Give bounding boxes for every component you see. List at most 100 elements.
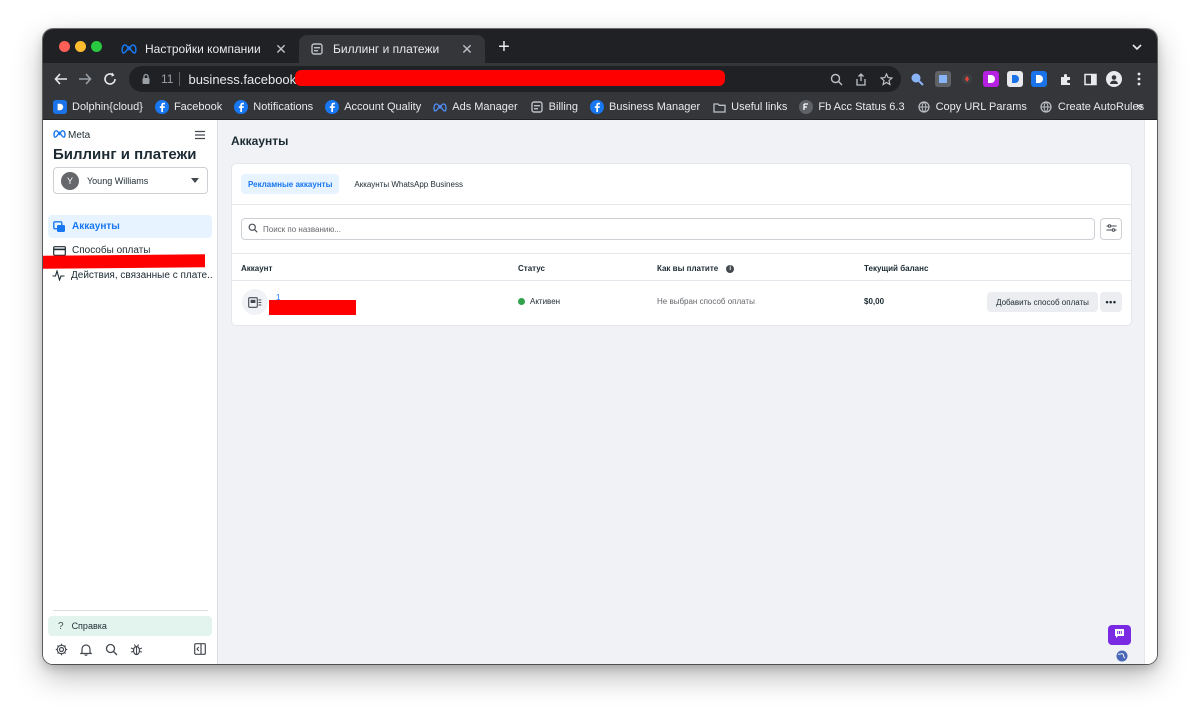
search-input[interactable] xyxy=(263,224,1063,234)
tab-count: 11 xyxy=(161,72,174,86)
bookmark-billing[interactable]: Billing xyxy=(530,100,578,114)
bookmark-business-manager[interactable]: Business Manager xyxy=(590,100,700,114)
meta-logo-text: Meta xyxy=(68,130,91,141)
back-arrow-icon[interactable] xyxy=(51,69,71,89)
bookmark-label: Billing xyxy=(548,101,579,113)
meta-icon xyxy=(53,130,66,141)
tab-close-icon[interactable]: ✕ xyxy=(273,41,289,57)
star-icon[interactable] xyxy=(878,71,894,87)
sidebar-item-label: Действия, связанные с плате... xyxy=(71,270,212,281)
column-header-balance: Текущий баланс xyxy=(864,264,929,273)
browser-tab-company-settings[interactable]: Настройки компании ✕ xyxy=(111,35,299,63)
business-account-name: Young Williams xyxy=(87,175,149,186)
facebook-icon xyxy=(590,100,605,114)
sliders-icon xyxy=(1106,220,1117,238)
tab-whatsapp-accounts[interactable]: Аккаунты WhatsApp Business xyxy=(347,174,470,194)
add-payment-method-button[interactable]: Добавить способ оплаты xyxy=(987,292,1098,312)
accounts-icon xyxy=(52,220,66,234)
accounts-card: Рекламные аккаунты Аккаунты WhatsApp Bus… xyxy=(231,163,1132,326)
tab-strip: Настройки компании ✕ Биллинг и платежи ✕… xyxy=(43,29,1157,63)
extensions-puzzle-icon[interactable] xyxy=(1057,71,1073,87)
forward-arrow-icon[interactable] xyxy=(75,69,95,89)
browser-tab-billing[interactable]: Биллинг и платежи ✕ xyxy=(299,35,485,63)
search-icon[interactable] xyxy=(103,641,119,657)
help-button[interactable]: ? Справка xyxy=(48,616,212,636)
divider xyxy=(232,280,1131,281)
gear-icon[interactable] xyxy=(53,641,69,657)
extension-d-purple-icon[interactable] xyxy=(983,71,999,87)
status-text: Активен xyxy=(530,297,561,306)
share-icon[interactable] xyxy=(853,71,869,87)
window-minimize-button[interactable] xyxy=(75,41,86,52)
column-header-label: Как вы платите xyxy=(657,264,719,273)
billing-icon xyxy=(530,100,544,114)
extension-d-blue-icon[interactable] xyxy=(1031,71,1047,87)
bookmark-dolphin[interactable]: Dolphin{cloud} xyxy=(53,100,143,114)
side-panel-icon[interactable] xyxy=(1082,71,1098,87)
filter-settings-button[interactable] xyxy=(1100,218,1122,240)
tab-close-icon[interactable]: ✕ xyxy=(459,41,475,57)
window-zoom-button[interactable] xyxy=(91,41,102,52)
column-header-status: Статус xyxy=(518,264,545,273)
tab-ad-accounts[interactable]: Рекламные аккаунты xyxy=(241,174,340,194)
folder-icon xyxy=(712,100,726,114)
bookmarks-overflow-button[interactable]: » xyxy=(1136,99,1143,113)
more-actions-button[interactable]: ••• xyxy=(1100,292,1122,312)
bookmark-label: Facebook xyxy=(173,101,223,113)
window-close-button[interactable] xyxy=(59,41,70,52)
bookmark-create-autorules[interactable]: Create AutoRules xyxy=(1039,100,1144,114)
browser-tab-title: Настройки компании xyxy=(145,42,261,56)
globe-icon xyxy=(917,100,931,114)
sidebar-item-accounts[interactable]: Аккаунты xyxy=(48,215,212,238)
bookmark-label: Ads Manager xyxy=(452,101,518,113)
kebab-menu-icon[interactable] xyxy=(1131,71,1147,87)
page-scrollbar[interactable] xyxy=(1144,120,1157,664)
address-separator xyxy=(179,72,181,86)
browser-window: Настройки компании ✕ Биллинг и платежи ✕… xyxy=(43,29,1157,664)
bookmark-copy-url-params[interactable]: Copy URL Params xyxy=(917,100,1027,114)
meta-icon xyxy=(433,100,447,114)
activity-icon xyxy=(52,269,65,283)
dolphin-icon xyxy=(53,100,67,114)
sidebar-item-payment-activity[interactable]: Действия, связанные с плате... xyxy=(48,264,212,287)
bookmark-account-quality[interactable]: Account Quality xyxy=(325,100,421,114)
hamburger-menu-icon[interactable] xyxy=(194,128,208,142)
business-account-selector[interactable]: Y Young Williams xyxy=(53,167,208,194)
account-type-tabs: Рекламные аккаунты Аккаунты WhatsApp Bus… xyxy=(241,174,478,194)
bookmark-facebook[interactable]: Facebook xyxy=(154,100,223,114)
facebook-icon xyxy=(325,100,340,114)
status-dot-icon xyxy=(518,298,525,305)
address-bar[interactable]: 11 business.facebook.com xyxy=(129,66,901,92)
extension-search-icon[interactable] xyxy=(909,71,925,87)
chevron-down-icon[interactable] xyxy=(1129,39,1145,55)
facebook-icon xyxy=(154,100,169,114)
meta-icon xyxy=(121,41,137,57)
bookmark-notifications[interactable]: Notifications xyxy=(234,100,313,114)
collapse-sidebar-icon[interactable] xyxy=(192,641,208,657)
bookmark-fb-acc-status[interactable]: Fb Acc Status 6.3 xyxy=(799,100,905,114)
reload-icon[interactable] xyxy=(100,69,120,89)
site-info-icon[interactable] xyxy=(139,72,153,86)
extension-dolphin-icon[interactable] xyxy=(1007,71,1023,87)
facebook-icon xyxy=(234,100,249,114)
bug-icon[interactable] xyxy=(128,641,144,657)
payment-method-text: Не выбран способ оплаты xyxy=(657,297,755,306)
url-redaction xyxy=(294,70,726,86)
meta-logo: Meta xyxy=(53,130,90,141)
divider xyxy=(232,253,1131,254)
profile-avatar-icon[interactable] xyxy=(1106,71,1122,87)
info-icon[interactable]: i xyxy=(726,264,735,273)
extension-tracker-icon[interactable] xyxy=(935,71,951,87)
bookmark-ads-manager[interactable]: Ads Manager xyxy=(433,100,518,114)
bookmark-label: Notifications xyxy=(253,101,314,113)
extension-bolt-icon[interactable] xyxy=(959,71,975,87)
chat-support-button[interactable] xyxy=(1108,625,1131,645)
caret-down-icon xyxy=(191,178,199,183)
bell-icon[interactable] xyxy=(78,641,94,657)
new-tab-button[interactable]: + xyxy=(493,37,515,59)
bookmark-label: Useful links xyxy=(731,101,788,113)
bookmark-useful-links[interactable]: Useful links xyxy=(712,100,787,114)
language-globe-icon[interactable] xyxy=(1115,649,1129,663)
column-header-account: Аккаунт xyxy=(241,264,273,273)
zoom-icon[interactable] xyxy=(828,71,844,87)
